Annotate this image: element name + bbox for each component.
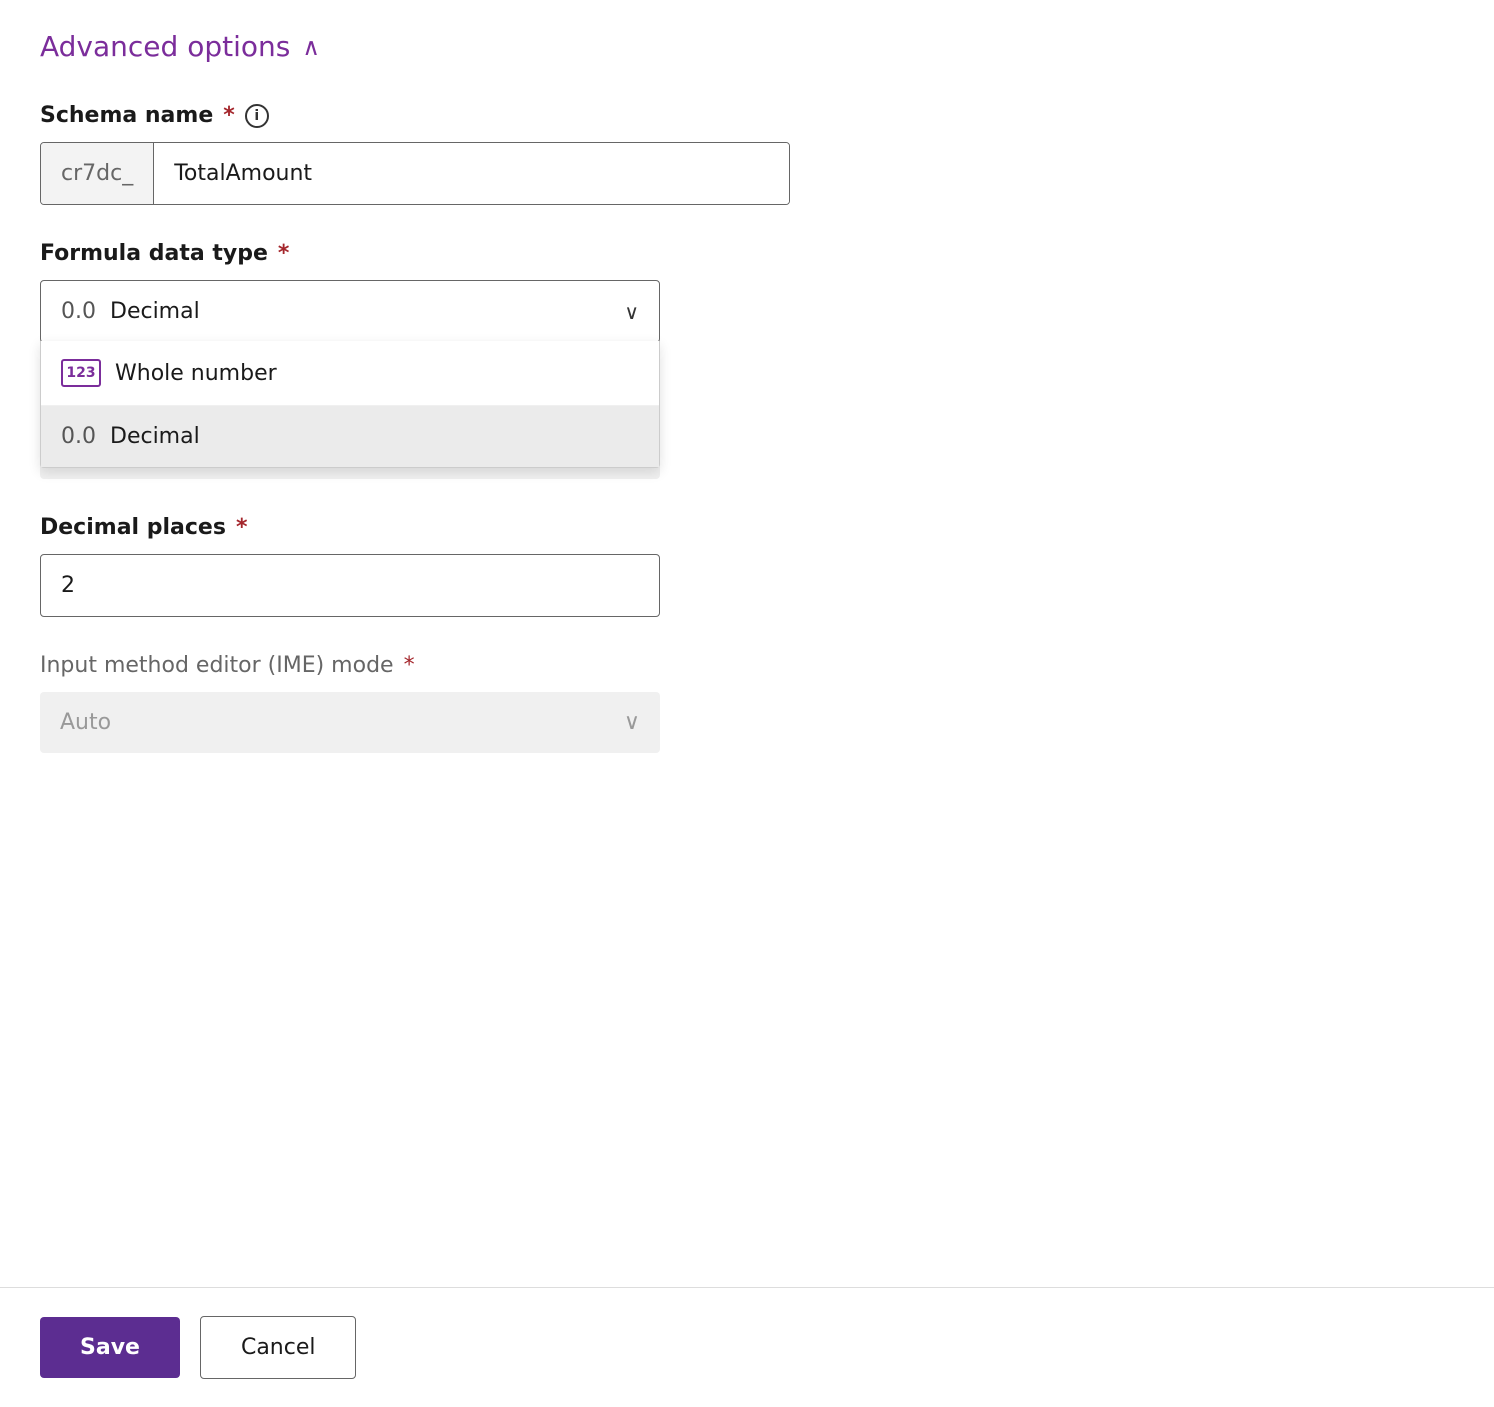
formula-data-type-section: Formula data type * 0.0 Decimal ∨ 123 Wh… xyxy=(40,241,1454,343)
ime-mode-label: Input method editor (IME) mode * xyxy=(40,653,1454,678)
formula-data-type-required: * xyxy=(278,241,290,266)
formula-data-type-dropdown[interactable]: 0.0 Decimal ∨ 123 Whole number 0.0 Decim… xyxy=(40,280,660,343)
dropdown-item-decimal[interactable]: 0.0 Decimal xyxy=(41,406,659,467)
ime-mode-chevron-icon: ∨ xyxy=(624,710,640,735)
selected-text: Decimal xyxy=(110,299,200,324)
schema-name-input-group: cr7dc_ xyxy=(40,142,790,205)
formula-dropdown-chevron-icon: ∨ xyxy=(624,300,639,324)
formula-data-type-selected[interactable]: 0.0 Decimal ∨ xyxy=(40,280,660,343)
decimal-item-icon: 0.0 xyxy=(61,424,96,449)
decimal-label: Decimal xyxy=(110,424,200,449)
schema-name-required: * xyxy=(223,103,235,128)
decimal-places-section: Decimal places * xyxy=(40,515,1454,617)
decimal-places-label: Decimal places * xyxy=(40,515,1454,540)
schema-prefix: cr7dc_ xyxy=(41,143,154,204)
ime-mode-section: Input method editor (IME) mode * Auto ∨ xyxy=(40,653,1454,753)
footer-bar: Save Cancel xyxy=(0,1287,1494,1407)
save-button[interactable]: Save xyxy=(40,1317,180,1378)
advanced-options-section: Advanced options ∧ xyxy=(40,30,1454,63)
schema-name-input[interactable] xyxy=(154,143,789,204)
dropdown-item-whole-number[interactable]: 123 Whole number xyxy=(41,341,659,406)
formula-data-type-menu: 123 Whole number 0.0 Decimal xyxy=(40,341,660,468)
whole-number-label: Whole number xyxy=(115,361,277,386)
advanced-options-title[interactable]: Advanced options xyxy=(40,30,290,63)
schema-name-section: Schema name * i cr7dc_ xyxy=(40,103,1454,205)
ime-mode-required: * xyxy=(404,653,415,678)
schema-name-info-icon[interactable]: i xyxy=(245,104,269,128)
selected-decimal-icon: 0.0 xyxy=(61,299,96,324)
ime-mode-selected-text: Auto xyxy=(60,710,111,735)
decimal-places-required: * xyxy=(236,515,248,540)
decimal-places-input[interactable] xyxy=(40,554,660,617)
whole-number-icon: 123 xyxy=(61,359,101,387)
cancel-button[interactable]: Cancel xyxy=(200,1316,357,1379)
formula-data-type-label: Formula data type * xyxy=(40,241,1454,266)
ime-mode-dropdown: Auto ∨ xyxy=(40,692,660,753)
schema-name-label: Schema name * i xyxy=(40,103,1454,128)
advanced-options-chevron-icon[interactable]: ∧ xyxy=(302,33,320,61)
